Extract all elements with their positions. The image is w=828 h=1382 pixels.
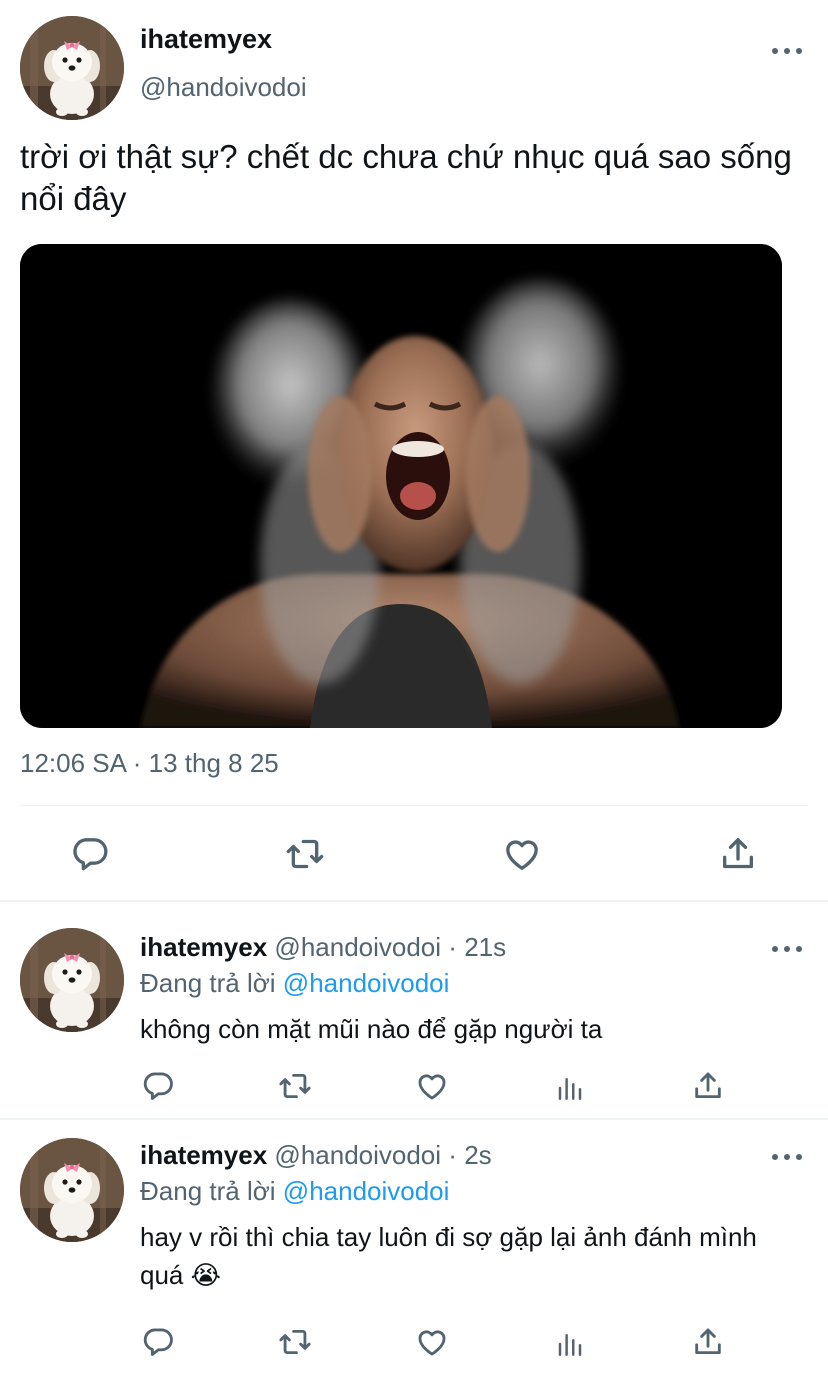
reply-icon[interactable]: [140, 1068, 176, 1104]
views-icon[interactable]: [552, 1070, 588, 1106]
more-options-icon[interactable]: [772, 942, 802, 956]
replying-prefix: Đang trả lời: [140, 1176, 276, 1206]
replying-prefix: Đang trả lời: [140, 968, 276, 998]
separator-dot: ·: [448, 1140, 457, 1170]
reply-tweet[interactable]: ihatemyex @handoivodoi · 2s Đang trả lời…: [0, 1120, 828, 1382]
like-icon[interactable]: [414, 1324, 450, 1360]
reply-header: ihatemyex @handoivodoi · 21s: [140, 932, 506, 963]
reply-icon[interactable]: [68, 832, 112, 876]
replying-to-line: Đang trả lời @handoivodoi: [140, 1176, 449, 1207]
reply-time[interactable]: 2s: [464, 1140, 491, 1170]
replying-to-mention[interactable]: @handoivodoi: [283, 1176, 450, 1206]
more-options-icon[interactable]: [772, 44, 802, 58]
reply-time[interactable]: 21s: [464, 932, 506, 962]
like-icon[interactable]: [500, 832, 544, 876]
display-name[interactable]: ihatemyex: [140, 932, 267, 962]
avatar[interactable]: [20, 928, 124, 1032]
avatar[interactable]: [20, 1138, 124, 1242]
share-icon[interactable]: [690, 1068, 726, 1104]
user-handle[interactable]: @handoivodoi: [274, 1140, 441, 1170]
reply-icon[interactable]: [140, 1324, 176, 1360]
main-tweet: ihatemyex @handoivodoi trời ơi thật sự? …: [0, 0, 828, 900]
avatar[interactable]: [20, 16, 124, 120]
reply-header: ihatemyex @handoivodoi · 2s: [140, 1140, 492, 1171]
separator-dot: ·: [448, 932, 457, 962]
replying-to-line: Đang trả lời @handoivodoi: [140, 968, 449, 999]
divider: [20, 805, 808, 806]
reply-text: hay v rồi thì chia tay luôn đi sợ gặp lạ…: [140, 1222, 757, 1290]
display-name[interactable]: ihatemyex: [140, 1140, 267, 1170]
tweet-media-image[interactable]: [20, 244, 782, 728]
retweet-icon[interactable]: [283, 832, 327, 876]
retweet-icon[interactable]: [276, 1324, 314, 1360]
display-name[interactable]: ihatemyex: [140, 24, 272, 55]
like-icon[interactable]: [414, 1068, 450, 1104]
user-handle[interactable]: @handoivodoi: [274, 932, 441, 962]
retweet-icon[interactable]: [276, 1068, 314, 1104]
views-icon[interactable]: [552, 1326, 588, 1362]
share-icon[interactable]: [690, 1324, 726, 1360]
share-icon[interactable]: [716, 832, 760, 876]
tweet-text: trời ơi thật sự? chết dc chưa chứ nhục q…: [20, 138, 792, 217]
reply-text: không còn mặt mũi nào để gặp người ta: [140, 1014, 603, 1044]
user-handle[interactable]: @handoivodoi: [140, 72, 307, 103]
more-options-icon[interactable]: [772, 1150, 802, 1164]
replying-to-mention[interactable]: @handoivodoi: [283, 968, 450, 998]
tweet-timestamp[interactable]: 12:06 SA · 13 thg 8 25: [20, 748, 279, 779]
reply-tweet[interactable]: ihatemyex @handoivodoi · 21s Đang trả lờ…: [0, 902, 828, 1118]
